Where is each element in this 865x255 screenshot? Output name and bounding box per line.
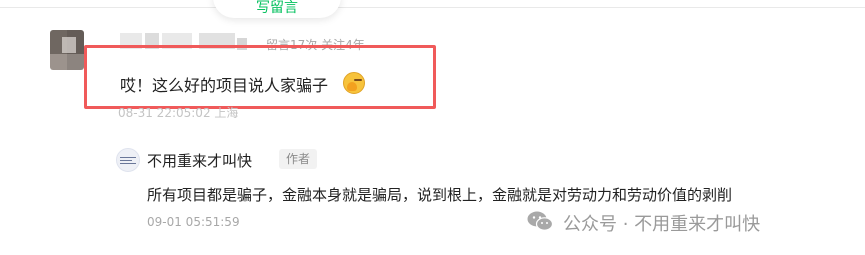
author-name[interactable]: 不用重来才叫快 [147, 150, 252, 171]
watermark-text: 公众号 · 不用重来才叫快 [563, 214, 761, 235]
write-comment-label: 写留言 [256, 0, 298, 16]
commenter-avatar[interactable] [50, 30, 84, 70]
facepalm-emoji-icon [343, 72, 365, 94]
comment-timestamp: 08-31 22:05:02 上海 [118, 106, 239, 120]
write-comment-button[interactable]: 写留言 [213, 0, 341, 18]
wechat-icon [527, 211, 554, 231]
author-badge: 作者 [279, 149, 318, 169]
top-divider [0, 7, 865, 8]
reply-text: 所有项目都是骗子，金融本身就是骗局，说到根上，金融就是对劳动力和劳动价值的剥削 [147, 186, 733, 204]
reply-timestamp: 09-01 05:51:59 [147, 215, 240, 229]
author-avatar[interactable] [116, 148, 140, 172]
comment-text: 哎！这么好的项目说人家骗子 [120, 76, 329, 95]
